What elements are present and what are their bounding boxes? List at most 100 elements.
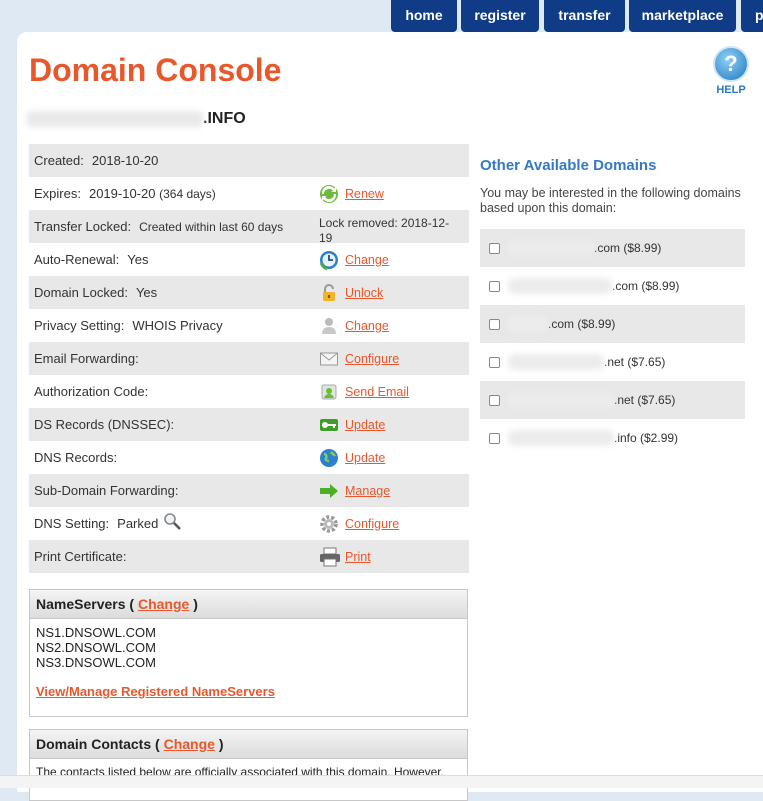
clock-icon [319, 250, 339, 270]
autorenew-value: Yes [127, 252, 149, 267]
auth-label: Authorization Code: [34, 384, 149, 399]
nameserver-item: NS2.DNSOWL.COM [36, 640, 156, 655]
privacy-action: Change [319, 309, 389, 342]
dns-label: DNS Records: [34, 450, 118, 465]
suggestion-checkbox[interactable] [489, 432, 500, 444]
top-navigation: home register transfer marketplace p [0, 0, 763, 32]
transfer-label: Transfer Locked: [34, 219, 132, 234]
suggestion-price: .com ($8.99) [548, 317, 616, 331]
suggestion-price: .com ($8.99) [594, 241, 662, 255]
help-icon[interactable]: ? [713, 46, 749, 82]
tab-transfer[interactable]: transfer [544, 0, 625, 32]
renew-icon [319, 184, 339, 204]
nameserver-item: NS3.DNSOWL.COM [36, 655, 156, 670]
print-link[interactable]: Print [345, 550, 371, 564]
row-dns-records: DNS Records: Update [29, 441, 469, 474]
domain-suggestion: .com ($8.99) [480, 305, 745, 343]
tab-register[interactable]: register [461, 0, 539, 32]
subdomain-manage-link[interactable]: Manage [345, 484, 390, 498]
suggestion-checkbox[interactable] [489, 394, 500, 406]
dns-action: Update [319, 441, 385, 474]
manage-nameservers-link[interactable]: View/Manage Registered NameServers [36, 684, 461, 699]
ds-label: DS Records (DNSSEC): [34, 417, 175, 432]
privacy-change-link[interactable]: Change [345, 319, 389, 333]
privacy-label: Privacy Setting: [34, 318, 125, 333]
autorenew-change-link[interactable]: Change [345, 253, 389, 267]
domainlock-value: Yes [135, 285, 158, 300]
row-auto-renewal: Auto-Renewal: Yes Change [29, 243, 469, 276]
tab-marketplace[interactable]: marketplace [629, 0, 736, 32]
renew-link[interactable]: Renew [345, 187, 384, 201]
row-email-forwarding: Email Forwarding: Configure [29, 342, 469, 375]
privacy-value: WHOIS Privacy [132, 318, 223, 333]
person-privacy-icon [319, 316, 339, 336]
dnssetting-configure-link[interactable]: Configure [345, 517, 399, 531]
expires-value-wrap: 2019-10-20 (364 days) [89, 186, 216, 201]
send-email-link[interactable]: Send Email [345, 385, 409, 399]
expires-label: Expires: [34, 186, 81, 201]
auth-code-icon [319, 382, 339, 402]
redacted-name [508, 278, 612, 294]
suggestion-checkbox[interactable] [489, 318, 500, 330]
dns-update-link[interactable]: Update [345, 451, 385, 465]
domain-suggestion: .com ($8.99) [480, 267, 745, 305]
subdomain-label: Sub-Domain Forwarding: [34, 483, 179, 498]
expires-days: (364 days) [159, 187, 216, 201]
redacted-name [508, 240, 594, 256]
other-domains-panel: Other Available Domains You may be inter… [480, 157, 745, 457]
ds-action: Update [319, 408, 385, 441]
dnssetting-label: DNS Setting: [34, 516, 110, 531]
row-expires: Expires: 2019-10-20 (364 days) Renew [29, 177, 469, 210]
suggestion-checkbox[interactable] [489, 280, 500, 292]
contacts-change-link[interactable]: Change [164, 736, 215, 752]
transfer-value: Created within last 60 days [139, 219, 284, 234]
tab-partial[interactable]: p [741, 0, 763, 32]
created-value: 2018-10-20 [91, 153, 159, 168]
renew-action: Renew [319, 177, 384, 210]
nameserver-list: NS1.DNSOWL.COM NS2.DNSOWL.COM NS3.DNSOWL… [30, 619, 467, 670]
domain-suggestion: .com ($8.99) [480, 229, 745, 267]
suggestion-price: .com ($8.99) [612, 279, 680, 293]
row-auth-code: Authorization Code: Send Email [29, 375, 469, 408]
row-subdomain-forwarding: Sub-Domain Forwarding: Manage [29, 474, 469, 507]
domain-suggestion: .info ($2.99) [480, 419, 745, 457]
domain-suffix: .INFO [203, 110, 246, 127]
unlock-action: Unlock [319, 276, 383, 309]
email-label: Email Forwarding: [34, 351, 139, 366]
ds-update-link[interactable]: Update [345, 418, 385, 432]
nameservers-header: NameServers ( Change ) [30, 590, 467, 619]
print-label: Print Certificate: [34, 549, 127, 564]
help-label[interactable]: HELP [711, 84, 751, 96]
auth-action: Send Email [319, 375, 409, 408]
contacts-close-paren: ) [218, 736, 224, 752]
nameservers-change-link[interactable]: Change [138, 596, 189, 612]
subdomain-action: Manage [319, 474, 390, 507]
arrow-right-icon [319, 481, 339, 501]
nameservers-close-paren: ) [193, 596, 198, 612]
unlock-link[interactable]: Unlock [345, 286, 383, 300]
print-action: Print [319, 540, 371, 573]
redacted-name [508, 354, 604, 370]
tab-home[interactable]: home [391, 0, 457, 32]
suggestion-price: .info ($2.99) [614, 431, 679, 445]
domainlock-label: Domain Locked: [34, 285, 128, 300]
email-configure-link[interactable]: Configure [345, 352, 399, 366]
contacts-heading: Domain Contacts [36, 736, 152, 752]
magnifier-icon[interactable] [162, 511, 182, 531]
dnssetting-action: Configure [319, 507, 399, 540]
globe-icon [319, 448, 339, 468]
autorenew-action: Change [319, 243, 389, 276]
created-label: Created: [34, 153, 84, 168]
suggestion-checkbox[interactable] [489, 242, 500, 254]
row-created: Created: 2018-10-20 [29, 144, 469, 177]
help-button[interactable]: ? HELP [711, 46, 751, 96]
suggestion-checkbox[interactable] [489, 356, 500, 368]
nameservers-heading: NameServers [36, 596, 126, 612]
lock-removed-note: Lock removed: 2018-12-19 [319, 216, 450, 245]
nameserver-item: NS1.DNSOWL.COM [36, 625, 156, 640]
row-print-certificate: Print Certificate: Print [29, 540, 469, 573]
dnssetting-value: Parked [117, 516, 159, 531]
console-panel: Domain Console ? HELP .INFO Created: 201… [17, 32, 763, 801]
suggestion-price: .net ($7.65) [604, 355, 666, 369]
redacted-domain [27, 110, 203, 127]
